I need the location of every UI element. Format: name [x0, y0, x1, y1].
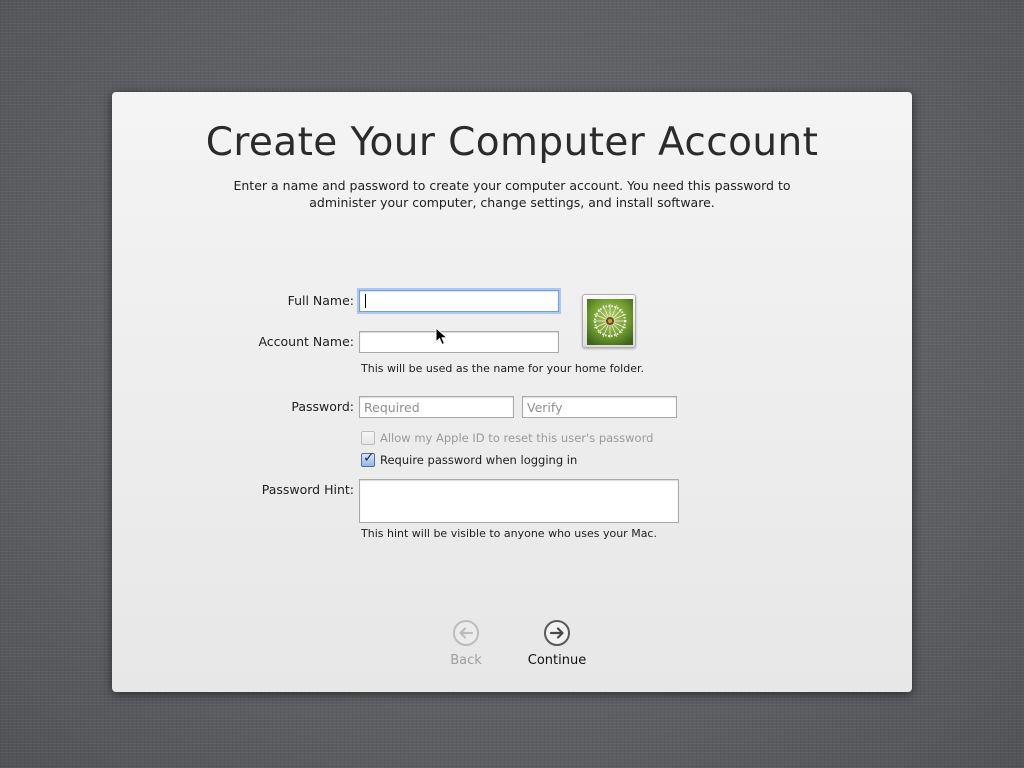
description-line-2: administer your computer, change setting… — [309, 195, 715, 210]
back-button[interactable]: Back — [421, 620, 511, 668]
require-password-checkbox[interactable]: ✓ — [361, 450, 375, 467]
full-name-input[interactable] — [359, 290, 559, 312]
require-password-option: ✓ Require password when logging in — [361, 450, 578, 468]
description-line-1: Enter a name and password to create your… — [233, 178, 791, 193]
password-label: Password: — [291, 399, 354, 414]
continue-button[interactable]: Continue — [512, 620, 602, 668]
full-name-field-wrapper — [359, 290, 559, 312]
apple-id-reset-option: Allow my Apple ID to reset this user's p… — [361, 430, 653, 446]
password-hint-input[interactable] — [359, 479, 679, 523]
continue-arrow-icon — [544, 620, 570, 646]
account-name-label: Account Name: — [258, 334, 354, 349]
back-label: Back — [450, 653, 482, 668]
password-hint-label: Password Hint: — [261, 482, 354, 497]
password-input[interactable] — [359, 396, 514, 418]
account-name-input[interactable] — [359, 331, 559, 353]
page-title: Create Your Computer Account — [205, 120, 819, 165]
dandelion-picture-icon — [587, 299, 633, 345]
apple-id-reset-label: Allow my Apple ID to reset this user's p… — [380, 431, 654, 445]
require-password-label: Require password when logging in — [380, 453, 578, 467]
text-caret — [365, 294, 366, 308]
mouse-pointer-icon — [435, 327, 449, 346]
full-name-label: Full Name: — [287, 293, 354, 308]
user-picture-button[interactable] — [582, 294, 636, 348]
setup-assistant-panel: Create Your Computer Account Enter a nam… — [112, 92, 912, 692]
continue-label: Continue — [527, 653, 587, 668]
account-name-note: This will be used as the name for your h… — [361, 362, 644, 375]
password-hint-note: This hint will be visible to anyone who … — [361, 527, 657, 540]
apple-id-reset-checkbox[interactable] — [361, 431, 375, 445]
page-description: Enter a name and password to create your… — [212, 177, 812, 211]
back-arrow-icon — [453, 620, 479, 646]
verify-password-input[interactable] — [522, 396, 677, 418]
checkmark-icon: ✓ — [363, 450, 375, 466]
